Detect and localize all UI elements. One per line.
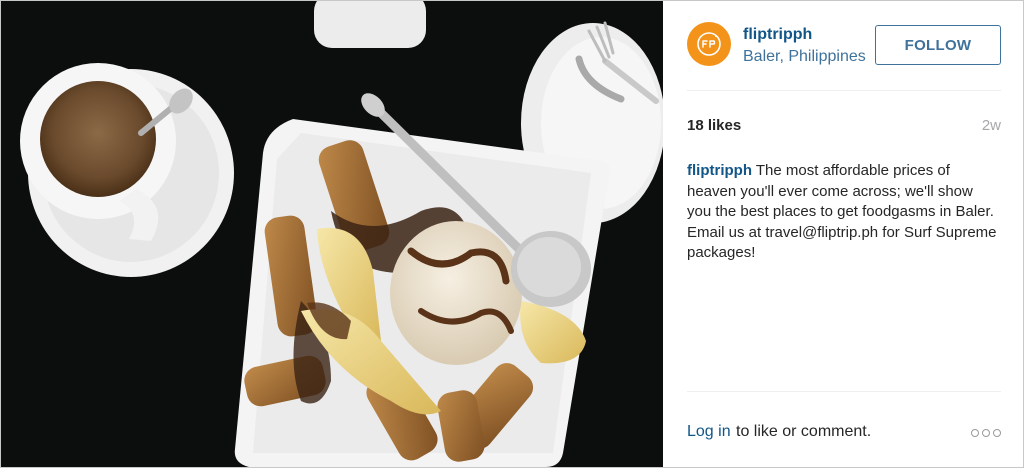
post-header: fliptripph Baler, Philippines FOLLOW — [687, 1, 1001, 91]
post-age[interactable]: 2w — [982, 117, 1001, 134]
mug-shape — [314, 1, 426, 48]
instagram-post: fliptripph Baler, Philippines FOLLOW 18 … — [0, 0, 1024, 468]
coffee — [40, 81, 156, 197]
post-caption: fliptripph The most affordable prices of… — [687, 161, 1001, 264]
dot — [993, 429, 1001, 437]
dot — [982, 429, 990, 437]
likes-count[interactable]: 18 likes — [687, 117, 741, 134]
food-photo-illustration — [1, 1, 663, 467]
post-details-panel: fliptripph Baler, Philippines FOLLOW 18 … — [663, 1, 1023, 467]
location-link[interactable]: Baler, Philippines — [743, 48, 866, 66]
username-link[interactable]: fliptripph — [743, 26, 812, 44]
dot — [971, 429, 979, 437]
post-stats: 18 likes 2w — [687, 117, 1001, 137]
login-prompt-text: to like or comment. — [736, 423, 872, 440]
more-options-icon[interactable] — [971, 426, 1001, 440]
login-link[interactable]: Log in — [687, 423, 731, 441]
follow-button[interactable]: FOLLOW — [875, 25, 1001, 65]
logo-icon — [697, 32, 721, 56]
post-photo[interactable] — [1, 1, 663, 467]
ice-cream — [390, 221, 522, 365]
avatar[interactable] — [687, 22, 731, 66]
caption-username-link[interactable]: fliptripph — [687, 162, 752, 179]
post-footer: Log in to like or comment. — [687, 391, 1001, 467]
